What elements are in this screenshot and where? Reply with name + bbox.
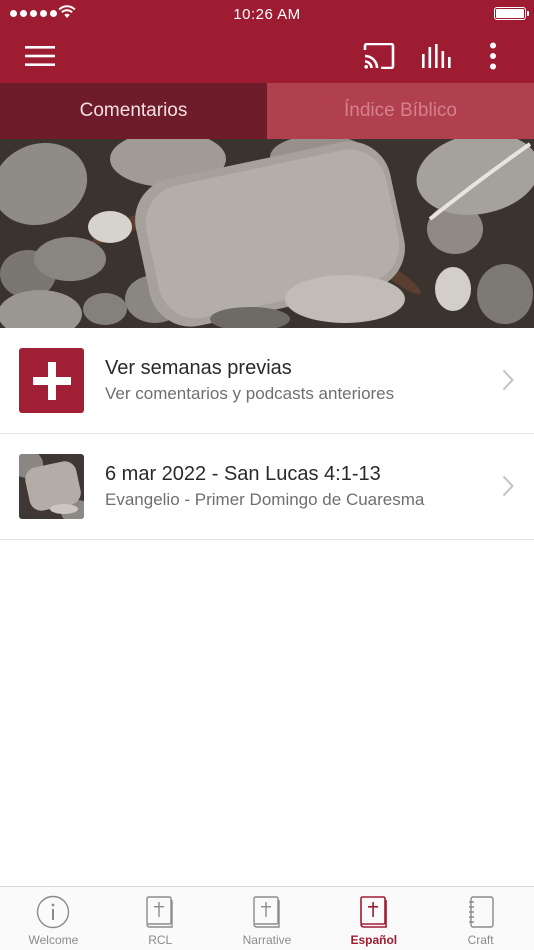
tab-comentarios[interactable]: Comentarios [0, 83, 267, 139]
plus-icon [32, 361, 71, 400]
equalizer-icon [422, 44, 451, 68]
chevron-right-icon [502, 475, 514, 497]
audio-button[interactable] [416, 36, 456, 76]
more-vertical-icon [490, 42, 496, 70]
tabbar-item-espanol[interactable]: Español [320, 887, 427, 950]
bottom-tab-bar: Welcome RCL Narrative Español Craft [0, 886, 534, 950]
list-item[interactable]: Ver semanas previas Ver comentarios y po… [0, 328, 534, 434]
tabbar-label: Welcome [28, 933, 79, 947]
notebook-icon [468, 896, 494, 928]
battery-icon [494, 7, 529, 20]
info-icon [37, 895, 70, 929]
bible-icon [146, 896, 173, 928]
episode-list: Ver semanas previas Ver comentarios y po… [0, 328, 534, 540]
menu-icon [25, 46, 55, 66]
previous-weeks-thumbnail [19, 348, 84, 413]
list-item-subtitle: Ver comentarios y podcasts anteriores [105, 384, 395, 403]
list-item-title: Ver semanas previas [105, 357, 292, 379]
cast-icon [363, 43, 395, 69]
more-options-button[interactable] [473, 36, 513, 76]
app-toolbar [0, 28, 534, 83]
chevron-right-icon [502, 369, 514, 391]
list-item[interactable]: 6 mar 2022 - San Lucas 4:1-13 Evangelio … [0, 434, 534, 540]
cast-button[interactable] [359, 36, 399, 76]
hero-stones-image [0, 139, 534, 328]
list-item-subtitle: Evangelio - Primer Domingo de Cuaresma [105, 490, 425, 509]
bible-icon [253, 896, 280, 928]
segment-tabs: Comentarios Índice Bíblico [0, 83, 534, 139]
tabbar-item-narrative[interactable]: Narrative [214, 887, 321, 950]
menu-button[interactable] [20, 36, 60, 76]
tabbar-label: Craft [467, 933, 494, 947]
tabbar-label: Español [350, 933, 398, 947]
bible-icon [359, 896, 387, 928]
status-time: 10:26 AM [233, 6, 301, 23]
list-item-title: 6 mar 2022 - San Lucas 4:1-13 [105, 463, 381, 485]
tabbar-label: Narrative [242, 933, 292, 947]
tabbar-item-craft[interactable]: Craft [427, 887, 534, 950]
tabbar-item-welcome[interactable]: Welcome [0, 887, 107, 950]
status-bar: 10:26 AM [0, 0, 534, 28]
tab-indice-biblico[interactable]: Índice Bíblico [267, 83, 534, 139]
tabbar-label: RCL [148, 933, 173, 947]
tabbar-item-rcl[interactable]: RCL [107, 887, 214, 950]
stones-thumbnail [19, 454, 84, 519]
